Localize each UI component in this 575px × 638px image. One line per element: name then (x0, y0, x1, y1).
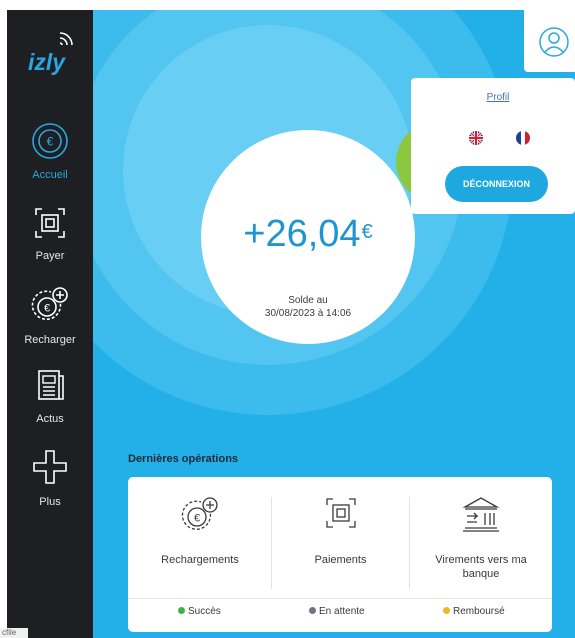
sidebar-item-actus[interactable]: Actus (7, 368, 93, 425)
plus-icon (7, 447, 93, 492)
operation-label: Rechargements (161, 554, 239, 566)
fr-flag-icon[interactable] (515, 130, 531, 151)
sidebar-item-recharger[interactable]: € Recharger (7, 285, 93, 346)
scan-icon (7, 205, 93, 246)
sidebar-item-label: Accueil (32, 169, 68, 181)
izly-logo[interactable]: izly (27, 32, 77, 82)
operations-card: € Rechargements Paiements Virements vers… (128, 477, 552, 632)
uk-flag-icon[interactable] (468, 130, 484, 151)
status-dot (178, 607, 185, 614)
operations-title: Dernières opérations (128, 453, 239, 465)
operation-label: Virements vers ma banque (435, 554, 527, 580)
legend-refunded: Remboursé (443, 606, 505, 617)
scan-icon (323, 495, 359, 536)
legend-success: Succès (178, 606, 221, 617)
sidebar-item-label: Payer (35, 250, 65, 262)
balance-card: +26,04€ Solde au 30/08/2023 à 14:06 (201, 130, 415, 344)
balance-caption: Solde au 30/08/2023 à 14:06 (201, 294, 415, 320)
operation-paiements[interactable]: Paiements (272, 477, 409, 595)
svg-text:izly: izly (28, 49, 66, 75)
operation-label: Paiements (314, 554, 367, 566)
divider (128, 598, 552, 599)
sidebar-item-payer[interactable]: Payer (7, 205, 93, 262)
corner-label: cfile (0, 628, 28, 638)
profile-dropdown: Profil DÉCONNEXION (411, 78, 575, 214)
status-dot (309, 607, 316, 614)
euro-plus-icon: € (7, 285, 93, 330)
currency-symbol: € (361, 221, 373, 243)
profil-link[interactable]: Profil (411, 92, 575, 103)
balance-date: 30/08/2023 à 14:06 (264, 308, 352, 319)
sidebar-item-label: Recharger (24, 334, 76, 346)
sidebar: izly € Accueil Payer € Recharger Actus P… (7, 10, 93, 638)
svg-text:€: € (47, 135, 54, 149)
bank-transfer-icon (461, 495, 501, 538)
svg-text:€: € (194, 513, 200, 525)
euro-icon: € (7, 122, 93, 165)
user-icon (539, 27, 569, 57)
svg-text:€: € (44, 303, 50, 315)
operation-virements[interactable]: Virements vers ma banque (410, 477, 552, 595)
sidebar-item-label: Plus (39, 496, 61, 508)
legend-pending: En attente (309, 606, 365, 617)
euro-plus-icon: € (178, 495, 222, 540)
sidebar-item-plus[interactable]: Plus (7, 447, 93, 508)
status-dot (443, 607, 450, 614)
logout-button[interactable]: DÉCONNEXION (445, 166, 548, 202)
profile-button[interactable] (524, 10, 575, 72)
operation-rechargements[interactable]: € Rechargements (128, 477, 272, 595)
newspaper-icon (7, 368, 93, 409)
app-root: izly € Accueil Payer € Recharger Actus P… (0, 0, 575, 638)
balance-caption-label: Solde au (288, 295, 328, 306)
balance-amount: +26,04€ (243, 213, 373, 255)
sidebar-item-accueil[interactable]: € Accueil (7, 122, 93, 181)
sidebar-item-label: Actus (36, 413, 64, 425)
